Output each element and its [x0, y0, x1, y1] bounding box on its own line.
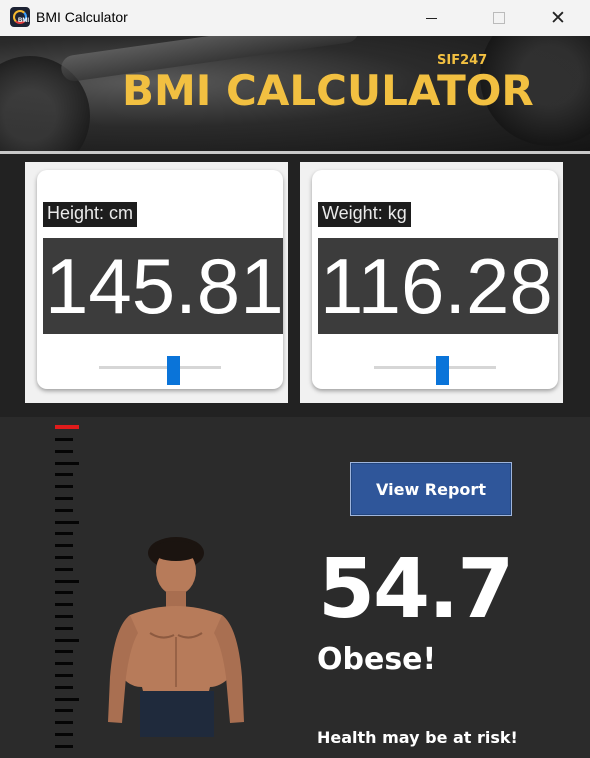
- minimize-button[interactable]: [408, 0, 454, 36]
- gauge-tick: [55, 674, 73, 677]
- maximize-button[interactable]: [476, 0, 522, 36]
- height-slider-thumb[interactable]: [167, 356, 180, 385]
- gauge-tick: [55, 603, 73, 607]
- results-panel: View Report 54.7 Obese! Health may be at…: [0, 417, 590, 758]
- app-icon: BMI: [10, 7, 30, 27]
- gauge-tick: [55, 567, 73, 571]
- bmi-value: 54.7: [318, 542, 514, 637]
- gauge-tick: [55, 532, 73, 536]
- gauge-tick: [55, 591, 73, 595]
- gauge-tick: [55, 556, 73, 559]
- gauge-tick: [55, 473, 73, 477]
- gauge-tick: [55, 744, 73, 748]
- close-icon: ✕: [550, 7, 566, 29]
- weight-card: Weight: kg 116.28: [300, 162, 563, 403]
- weight-slider[interactable]: [374, 356, 496, 386]
- gauge-tick: [55, 626, 73, 630]
- view-report-button[interactable]: View Report: [350, 462, 512, 516]
- gauge-tick: [55, 721, 73, 725]
- gauge-tick: [55, 508, 73, 512]
- gauge-tick: [55, 615, 73, 618]
- weight-slider-track[interactable]: [374, 366, 496, 369]
- input-panel: Height: cm 145.81 Weight: kg 116.28: [0, 154, 590, 417]
- weight-slider-thumb[interactable]: [436, 356, 449, 385]
- height-label: Height: cm: [43, 202, 138, 227]
- minimize-icon: [425, 17, 437, 19]
- bmi-status: Obese!: [317, 642, 437, 677]
- height-slider-track[interactable]: [99, 366, 221, 369]
- weight-value: 116.28: [320, 242, 553, 330]
- gauge-tick: [55, 438, 73, 441]
- gauge-tick: [55, 697, 79, 701]
- header-banner: SIF247 BMI CALCULATOR: [0, 36, 590, 152]
- gauge-tick: [55, 544, 73, 548]
- gauge-tick: [55, 579, 79, 583]
- health-note: Health may be at risk!: [317, 728, 518, 747]
- weight-display: 116.28: [318, 238, 558, 334]
- banner-title: BMI CALCULATOR: [122, 66, 534, 115]
- height-card: Height: cm 145.81: [25, 162, 288, 403]
- weight-label: Weight: kg: [318, 202, 411, 227]
- gauge-tick: [55, 662, 73, 666]
- window-title: BMI Calculator: [36, 9, 128, 25]
- gauge-tick: [55, 650, 73, 654]
- gauge-tick: [55, 461, 79, 465]
- gauge-tick: [55, 497, 73, 500]
- gauge-tick: [55, 709, 73, 713]
- title-bar: BMI BMI Calculator ✕: [0, 0, 590, 36]
- gauge-tick: [55, 485, 73, 489]
- gauge-marker: [55, 425, 79, 429]
- person-image: [108, 537, 244, 737]
- height-display: 145.81: [43, 238, 283, 334]
- bmi-gauge: [53, 425, 81, 748]
- maximize-icon: [493, 12, 505, 24]
- close-button[interactable]: ✕: [535, 0, 581, 36]
- gauge-tick: [55, 449, 73, 453]
- gauge-tick: [55, 520, 79, 524]
- height-value: 145.81: [45, 242, 283, 330]
- height-slider[interactable]: [99, 356, 221, 386]
- gauge-tick: [55, 733, 73, 736]
- gauge-tick: [55, 685, 73, 689]
- gauge-tick: [55, 638, 79, 642]
